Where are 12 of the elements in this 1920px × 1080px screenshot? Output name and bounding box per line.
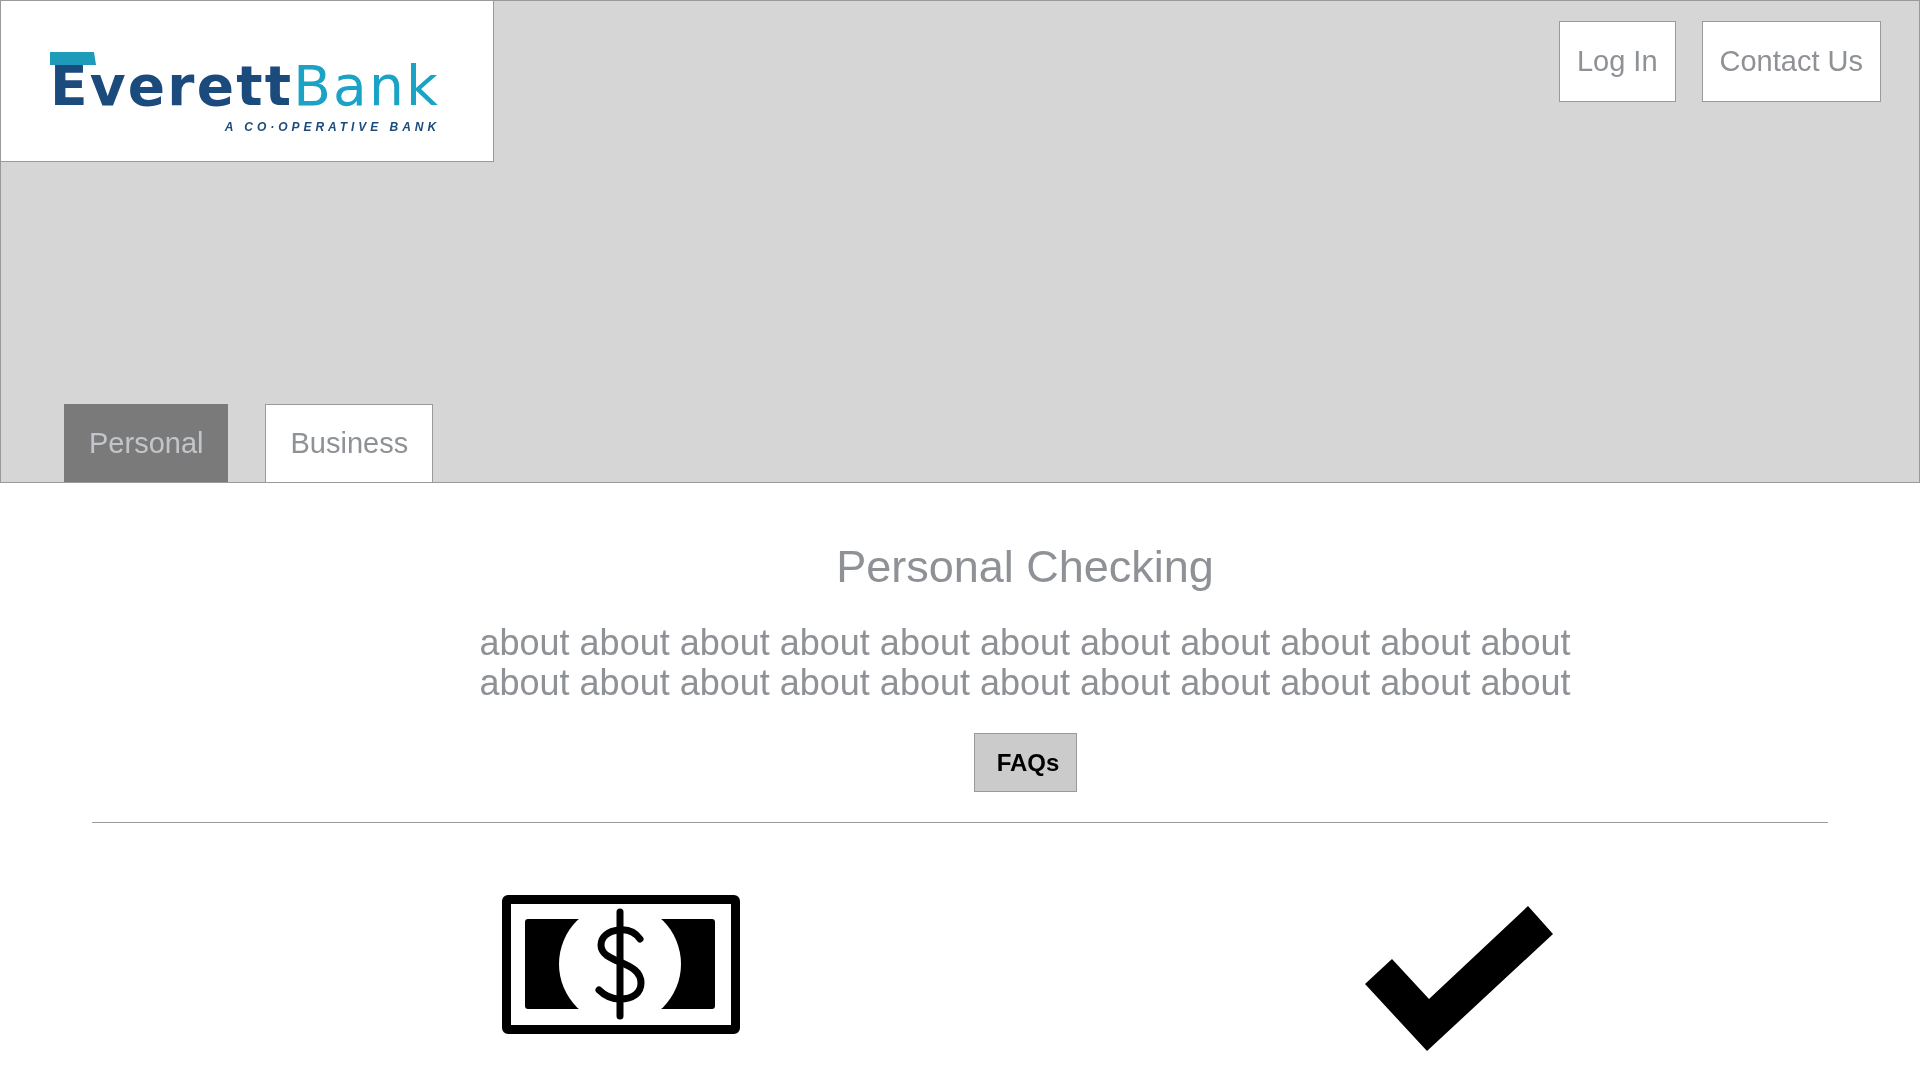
logo-bar-icon bbox=[50, 52, 96, 65]
logo-wordmark: EverettBank bbox=[50, 64, 441, 108]
section-title: Personal Checking bbox=[836, 541, 1214, 593]
header-button[interactable]: Contact Us bbox=[1701, 21, 1881, 102]
banknote-icon bbox=[502, 895, 740, 1034]
logo-tagline: A CO·OPERATIVE BANK bbox=[224, 121, 441, 133]
tab[interactable]: Business bbox=[265, 404, 434, 482]
check-icon bbox=[1365, 906, 1553, 1051]
section-description: about about about about about about about about about about about about about about about about about about about about about about bbox=[478, 623, 1572, 703]
faqs-button[interactable]: FAQs bbox=[973, 733, 1077, 792]
tab[interactable]: Personal bbox=[64, 404, 229, 482]
header-button[interactable]: Log In bbox=[1558, 21, 1676, 102]
